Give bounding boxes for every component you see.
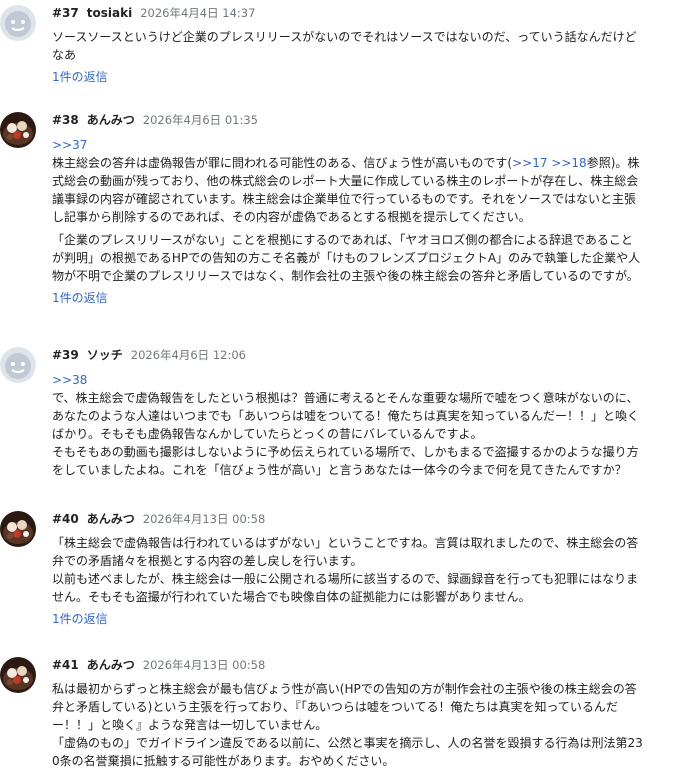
post-header: #37 tosiaki 2026年4月4日 14:37 <box>52 4 667 22</box>
avatar[interactable] <box>0 5 36 41</box>
quote-link[interactable]: >>37 <box>52 136 667 154</box>
replies-link[interactable]: 1件の返信 <box>52 610 108 628</box>
post-header: #38 あんみつ 2026年4月6日 01:35 <box>52 111 667 129</box>
post-body-line: あなたのような人達はいつまでも「あいつらは嘘をついてる！俺たちは真実を知っている… <box>52 409 640 423</box>
replies-link[interactable]: 1件の返信 <box>52 68 108 86</box>
post-number[interactable]: #38 <box>52 111 79 129</box>
post-body-line: なあ <box>52 48 77 62</box>
avatar[interactable] <box>0 511 36 547</box>
replies-link[interactable]: 1件の返信 <box>52 289 108 307</box>
post-body-line: 「企業のプレスリリースがない」ことを根拠にするのであれば、「ヤオヨロズ側の都合に… <box>52 233 633 247</box>
post-date: 2026年4月6日 01:35 <box>142 113 258 127</box>
post-author[interactable]: tosiaki <box>87 4 132 22</box>
post-body-line: が判明」の根拠であるHPでの告知の方こそ名義が「けものフレンズプロジェクトA」の… <box>52 251 641 265</box>
anmitsu-dessert-icon <box>0 657 36 693</box>
post-author[interactable]: あんみつ <box>87 111 135 129</box>
post-body-line: 弁と矛盾している)という主張を行っており、『「あいつらは嘘をついてる！俺たちは真… <box>52 700 618 714</box>
post-body-line: ー！！」と喚く』ような発言は一切していません。 <box>52 718 328 732</box>
post-body-line: をしていましたよね。これを「信びょう性が高い」と言うあなたは一体今の今まで何を見… <box>52 463 627 477</box>
post-body-line: 議事録の内容が確認されています。株主総会は企業単位で行っているものです。それをソ… <box>52 192 637 206</box>
post-body-line: そもそもあの動画も撮影はしないように予め伝えられている場所で、しかもまるで盗撮す… <box>52 445 639 459</box>
post-number[interactable]: #37 <box>52 4 79 22</box>
post-date: 2026年4月6日 12:06 <box>130 348 246 362</box>
post-body-line: 物が不明で企業のプレスリリースではなく、制作会社の主張や後の株主総会の答弁と矛盾… <box>52 269 639 283</box>
post-header: #39 ソッチ 2026年4月6日 12:06 <box>52 346 667 364</box>
post-header: #41 あんみつ 2026年4月13日 00:58 <box>52 656 667 674</box>
default-face-icon <box>0 347 36 383</box>
post-body-line: ソースソースというけど企業のプレスリリースがないのでそれはソースではないのだ、っ… <box>52 30 637 44</box>
post-body-line: 0条の名誉棄損に抵触する可能性があります。おやめください。 <box>52 754 395 768</box>
post-author[interactable]: ソッチ <box>87 346 123 364</box>
avatar[interactable] <box>0 112 36 148</box>
avatar[interactable] <box>0 347 36 383</box>
post-number[interactable]: #40 <box>52 510 79 528</box>
post-author[interactable]: あんみつ <box>87 510 135 528</box>
post-body-line: で、株主総会で虚偽報告をしたという根拠は？普通に考えるとそんな重要な場所で嘘をつ… <box>52 391 639 405</box>
post-body-line: せん。そもそも盗撮が行われていた場合でも映像自体の証拠能力には影響がありません。 <box>52 590 531 604</box>
post-header: #40 あんみつ 2026年4月13日 00:58 <box>52 510 667 528</box>
post-body-line: 弁での矛盾諸々を根拠とする内容の差し戻しを行います。 <box>52 554 363 568</box>
post-date: 2026年4月4日 14:37 <box>140 6 256 20</box>
post-date: 2026年4月13日 00:58 <box>142 512 266 526</box>
default-face-icon <box>0 5 36 41</box>
quote-link[interactable]: >>17 <box>512 156 547 170</box>
avatar[interactable] <box>0 657 36 693</box>
anmitsu-dessert-icon <box>0 112 36 148</box>
post-body-line: 以前も述べましたが、株主総会は一般に公開される場所に該当するので、録画録音を行っ… <box>52 572 639 586</box>
post-body-text: 株主総会の答弁は虚偽報告が罪に問われる可能性のある、信びょう性が高いものです( <box>52 156 513 170</box>
quote-link[interactable]: >>18 <box>551 156 586 170</box>
post-number[interactable]: #41 <box>52 656 79 674</box>
post-body-text: 参照)。株 <box>586 156 640 170</box>
post-body-line: 私は最初からずっと株主総会が最も信びょう性が高い(HPでの告知の方が制作会社の主… <box>52 682 637 696</box>
post-body-line: ばかり。そもそも虚偽報告なんかしていたらとっくの昔にバレているんですよ。 <box>52 427 483 441</box>
post-body-line: 式総会の動画が残っており、他の株式総会のレポート大量に作成している株主のレポート… <box>52 174 639 188</box>
post-body-line: し記事から削除するのであれば、その内容が虚偽であるとする根拠を提示してください。 <box>52 210 531 224</box>
post-body-line: 株主総会の答弁は虚偽報告が罪に問われる可能性のある、信びょう性が高いものです(>… <box>52 154 667 172</box>
quote-link[interactable]: >>38 <box>52 371 667 389</box>
post-body-line: 「虚偽のもの」でガイドライン違反である以前に、公然と事実を摘示し、人の名誉を毀損… <box>52 736 643 750</box>
post-number[interactable]: #39 <box>52 346 79 364</box>
post-author[interactable]: あんみつ <box>87 656 135 674</box>
anmitsu-dessert-icon <box>0 511 36 547</box>
post-date: 2026年4月13日 00:58 <box>142 658 266 672</box>
post-body-line: 「株主総会で虚偽報告は行われているはずがない」ということですね。言質は取れました… <box>52 536 639 550</box>
